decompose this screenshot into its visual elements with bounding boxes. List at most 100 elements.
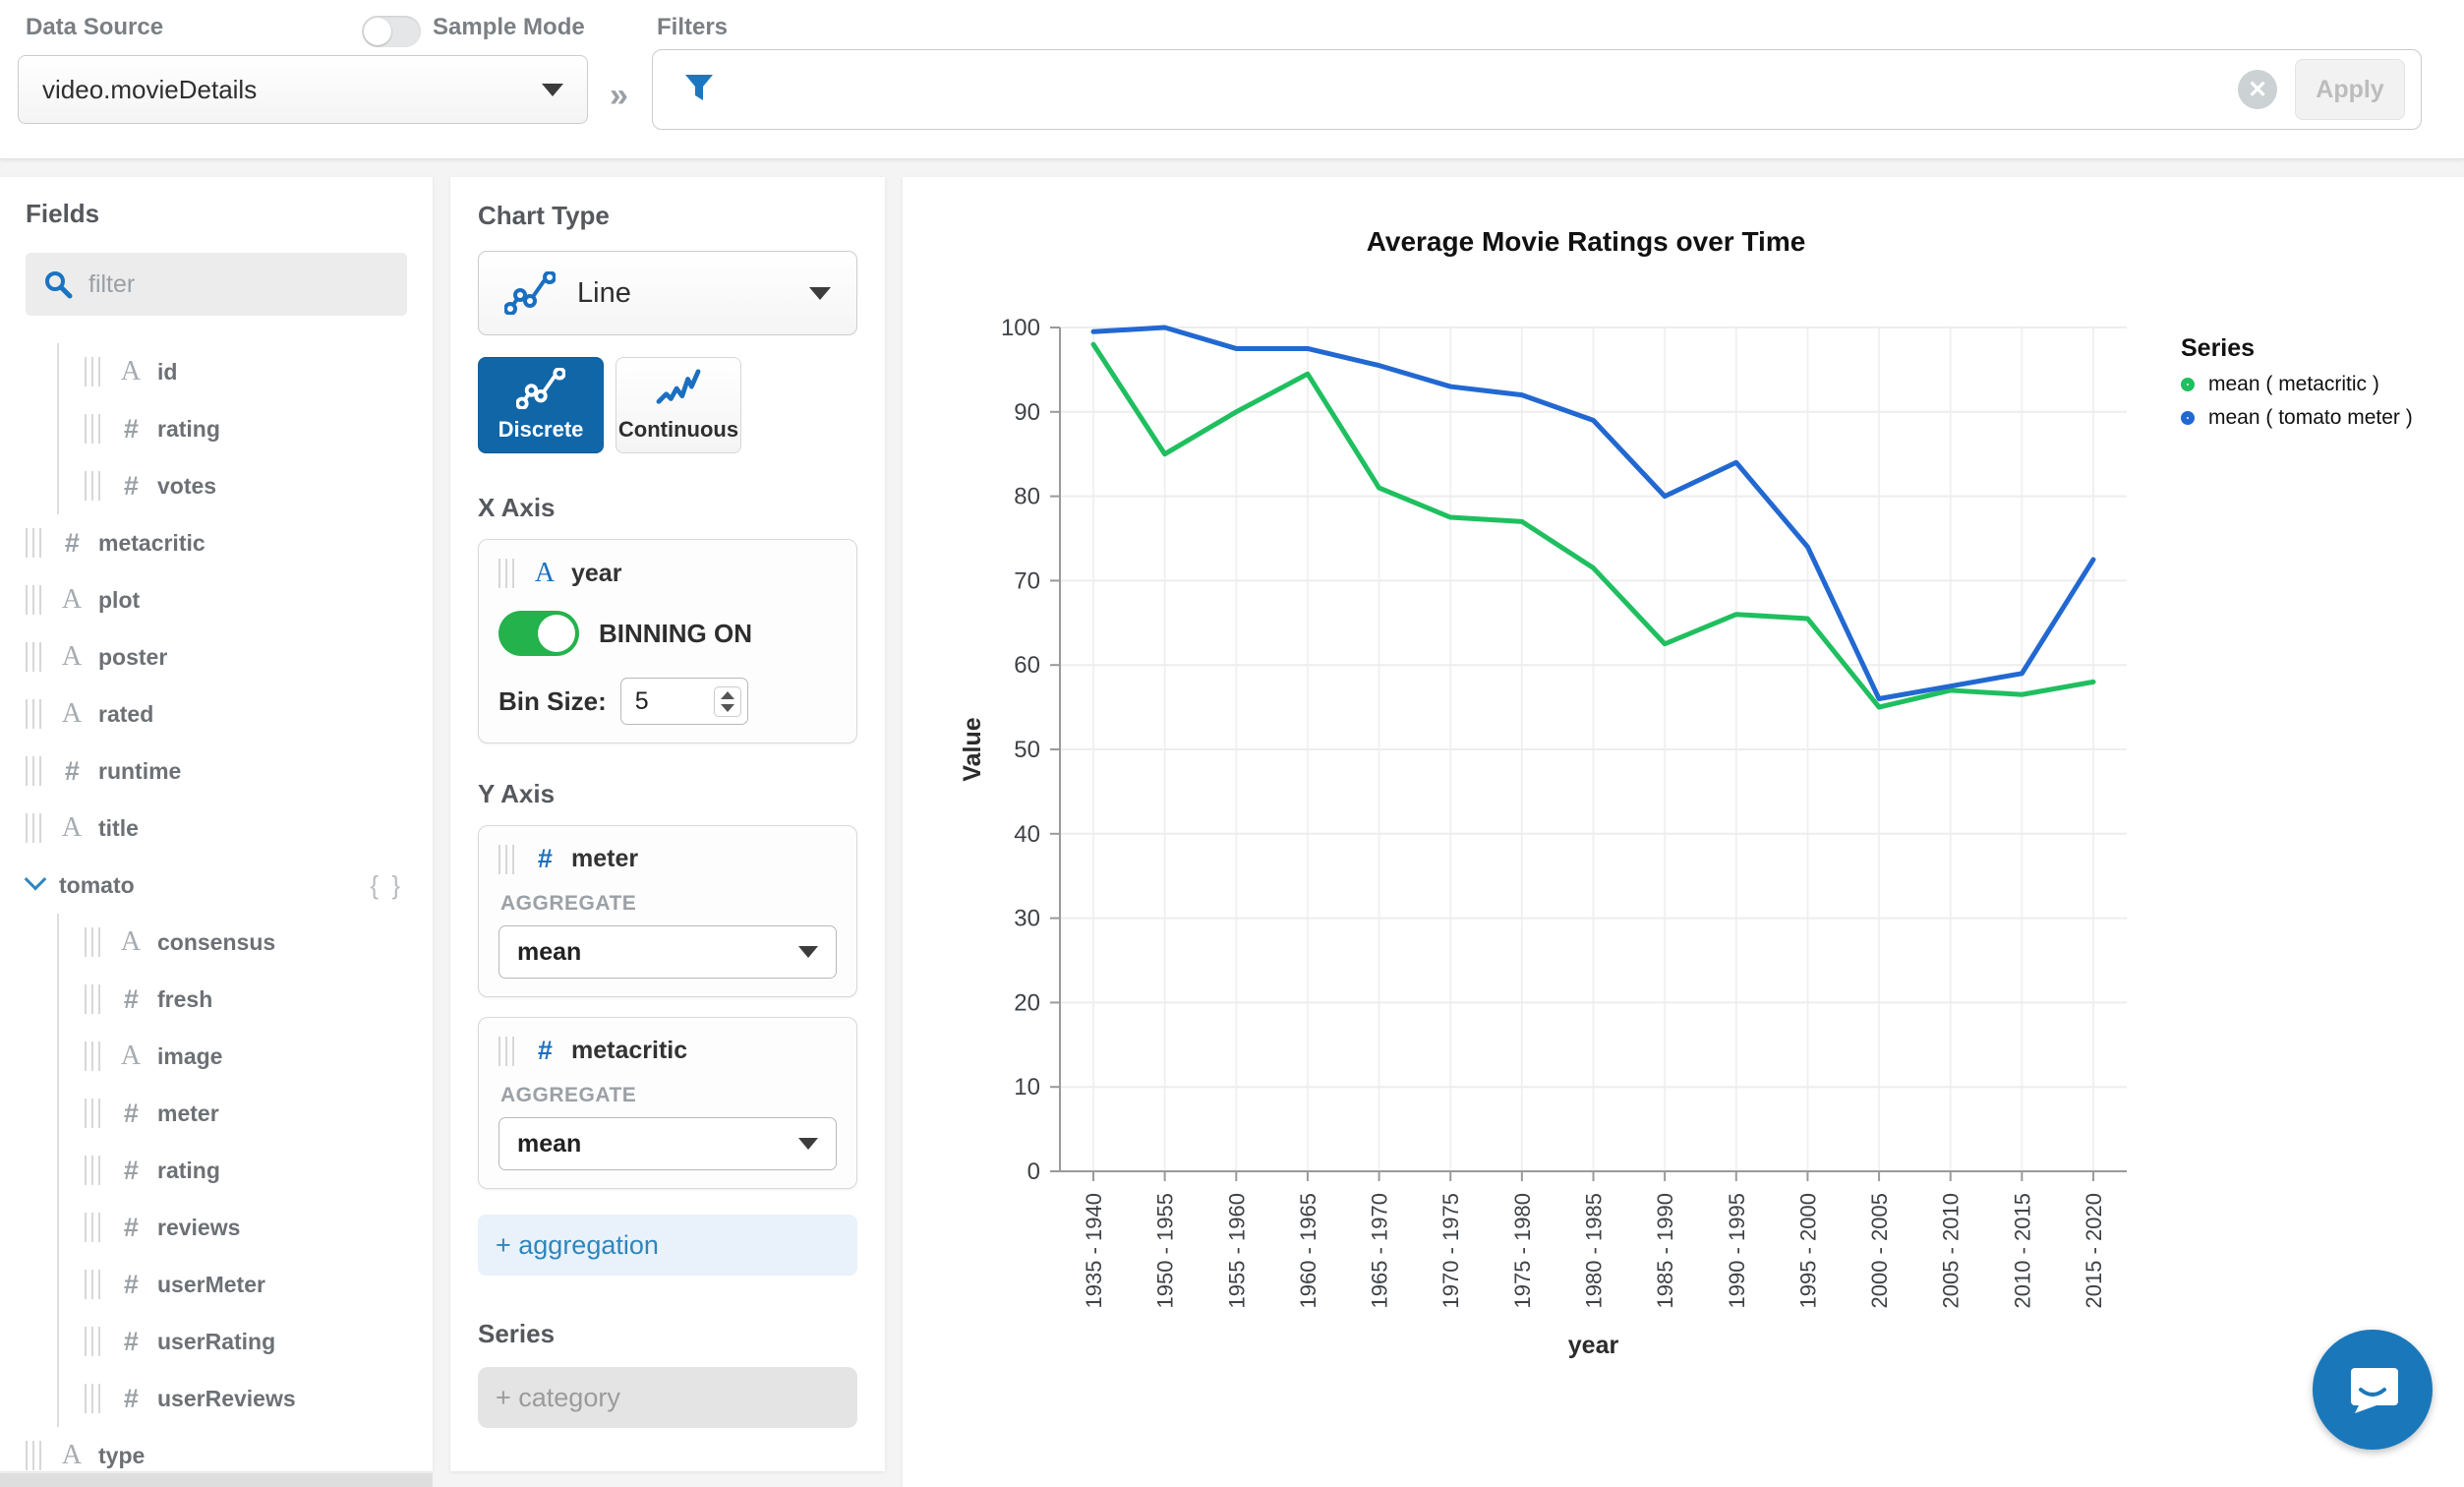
string-field-icon: A [55,698,88,730]
number-field-icon: # [528,1036,561,1066]
discrete-button[interactable]: Discrete [478,357,604,453]
svg-text:20: 20 [1014,989,1040,1016]
drag-handle-icon [85,1384,100,1413]
x-axis-card[interactable]: A year BINNING ON Bin Size: 5 [478,539,857,744]
funnel-icon [682,71,716,109]
data-source-value: video.movieDetails [42,75,542,105]
y-axis-card[interactable]: # meter AGGREGATE mean [478,825,857,997]
drag-handle-icon [499,1037,514,1066]
field-row[interactable]: Aplot [26,571,433,628]
string-field-icon: A [528,558,561,589]
svg-text:10: 10 [1014,1074,1040,1100]
bin-size-input[interactable]: 5 [620,678,748,725]
field-row[interactable]: #fresh [85,971,433,1028]
stepper-icon[interactable] [714,686,741,717]
number-field-icon: # [114,984,147,1015]
field-row[interactable]: #rating [85,1142,433,1199]
svg-text:0: 0 [1027,1159,1040,1185]
filters-label: Filters [657,14,728,41]
field-row[interactable]: Atitle [26,800,433,857]
number-field-icon: # [114,1156,147,1186]
aggregate-select[interactable]: mean [499,1117,837,1170]
field-row[interactable]: #reviews [85,1199,433,1256]
string-field-icon: A [114,926,147,958]
svg-text:1990 - 1995: 1990 - 1995 [1725,1193,1749,1308]
field-row[interactable]: #meter [85,1085,433,1142]
field-row[interactable]: #runtime [26,743,433,800]
field-row[interactable]: Aposter [26,628,433,685]
horizontal-scrollbar[interactable] [0,1473,433,1487]
svg-text:30: 30 [1014,906,1040,932]
chat-bubble-button[interactable] [2313,1330,2433,1450]
clear-filters-icon[interactable]: ✕ [2238,70,2277,109]
chart-type-label: Chart Type [478,201,857,231]
aggregate-select[interactable]: mean [499,925,837,979]
sample-mode-toggle[interactable] [362,16,421,47]
line-chart[interactable]: 01020304050607080901001935 - 19401950 - … [947,303,2156,1409]
field-row[interactable]: #votes [85,457,433,514]
drag-handle-icon [26,642,41,672]
field-row[interactable]: Aimage [85,1028,433,1085]
svg-text:1960 - 1965: 1960 - 1965 [1296,1193,1320,1308]
aggregate-label: AGGREGATE [500,1084,837,1107]
svg-text:2015 - 2020: 2015 - 2020 [2082,1193,2106,1308]
chevron-down-icon [798,946,818,958]
svg-text:2005 - 2010: 2005 - 2010 [1939,1193,1964,1308]
drag-handle-icon [85,1156,100,1185]
chart-title: Average Movie Ratings over Time [947,226,2225,258]
svg-text:2000 - 2005: 2000 - 2005 [1867,1193,1892,1308]
svg-text:90: 90 [1014,399,1040,426]
field-row[interactable]: #userMeter [85,1256,433,1313]
string-field-icon: A [114,1041,147,1072]
field-row[interactable]: Aid [85,343,433,400]
chart-legend: Series mean ( metacritic ) mean ( tomato… [2181,334,2413,440]
object-braces-icon: { } [370,870,403,901]
string-field-icon: A [114,356,147,387]
field-row[interactable]: #userRating [85,1313,433,1370]
field-group-toggle[interactable]: tomato { } [26,857,433,914]
drag-handle-icon [26,699,41,729]
apply-button[interactable]: Apply [2295,59,2405,120]
search-icon [43,269,73,299]
svg-text:1950 - 1955: 1950 - 1955 [1153,1193,1178,1308]
filters-input[interactable] [716,60,2238,119]
drag-handle-icon [85,414,100,444]
bin-size-value: 5 [635,687,714,716]
add-aggregation-button[interactable]: + aggregation [478,1215,857,1276]
add-category-button[interactable]: + category [478,1367,857,1428]
field-row[interactable]: Atype [26,1427,433,1471]
binning-toggle[interactable] [499,611,579,656]
chart-type-select[interactable]: Line [478,251,857,335]
filters-box[interactable]: ✕ Apply [652,49,2422,130]
number-field-icon: # [528,844,561,874]
legend-item[interactable]: mean ( metacritic ) [2181,373,2413,396]
drag-handle-icon [85,1099,100,1128]
y-axis-card[interactable]: # metacritic AGGREGATE mean [478,1017,857,1189]
svg-text:1935 - 1940: 1935 - 1940 [1082,1193,1106,1308]
field-filter-input[interactable] [88,270,334,299]
drag-handle-icon [26,528,41,558]
data-source-select[interactable]: video.movieDetails [18,55,588,124]
expand-chevrons-icon[interactable]: » [610,77,628,115]
field-search-box[interactable] [26,253,407,316]
svg-text:2010 - 2015: 2010 - 2015 [2010,1193,2034,1308]
svg-text:year: year [1568,1332,1619,1359]
x-axis-label: X Axis [478,493,857,523]
svg-text:1975 - 1980: 1975 - 1980 [1510,1193,1535,1308]
number-field-icon: # [114,1327,147,1357]
y-axis-cards: # meter AGGREGATE mean # metacritic AGGR… [478,825,857,1189]
chart-type-value: Line [577,277,809,310]
field-row[interactable]: Arated [26,685,433,743]
drag-handle-icon [26,1441,41,1470]
field-row[interactable]: #userReviews [85,1370,433,1427]
y-axis-label: Y Axis [478,779,857,809]
legend-item[interactable]: mean ( tomato meter ) [2181,406,2413,430]
drag-handle-icon [85,1213,100,1242]
field-row[interactable]: Aconsensus [85,914,433,971]
svg-text:70: 70 [1014,567,1040,594]
continuous-button[interactable]: Continuous [616,357,741,453]
drag-handle-icon [26,585,41,615]
svg-text:1965 - 1970: 1965 - 1970 [1368,1193,1392,1308]
field-row[interactable]: #metacritic [26,514,433,571]
field-row[interactable]: #rating [85,400,433,457]
